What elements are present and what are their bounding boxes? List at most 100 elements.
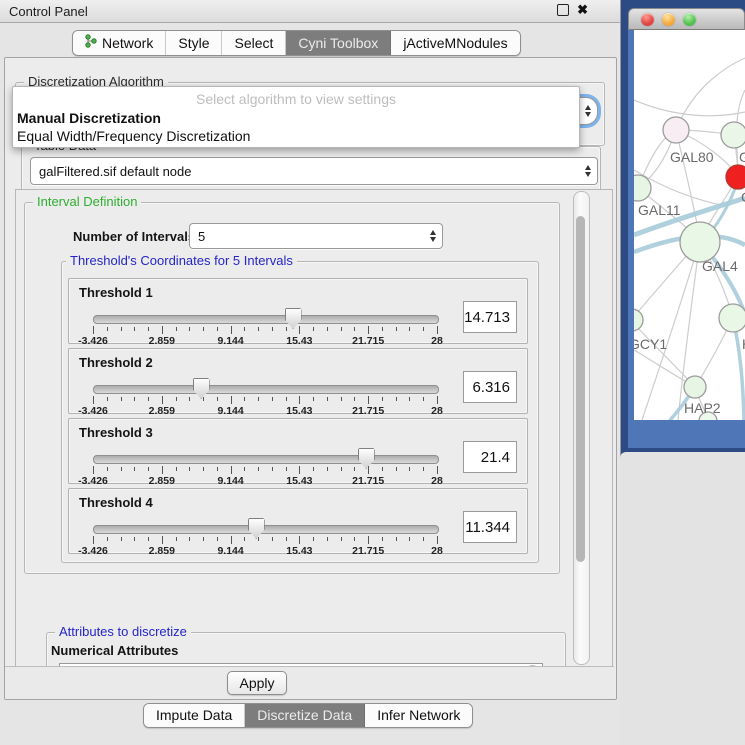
spinner-down-icon[interactable] <box>585 172 591 177</box>
network-node[interactable] <box>726 165 745 189</box>
tick-mark <box>354 467 355 471</box>
network-icon <box>85 34 97 51</box>
network-edge-thick[interactable] <box>733 318 744 420</box>
close-icon[interactable]: ✖ <box>577 3 588 17</box>
tick-mark <box>189 467 190 471</box>
tick-mark <box>258 327 259 331</box>
threshold-slider-track[interactable] <box>93 315 439 324</box>
threshold-value-field[interactable]: 6.316 <box>463 371 517 403</box>
table-panel: Table Panel ⚙ ☑ ☑ shared...naYDL19...YDL… <box>620 452 745 745</box>
tick-mark <box>217 537 218 541</box>
tick-mark <box>244 537 245 541</box>
tick-mark <box>203 397 204 401</box>
tab-infer-network[interactable]: Infer Network <box>365 704 472 727</box>
zoom-traffic-light-icon[interactable] <box>683 13 696 26</box>
network-edge[interactable] <box>634 100 745 116</box>
top-tab-bar: NetworkStyleSelectCyni ToolboxjActiveMNo… <box>72 30 521 56</box>
tick-mark <box>203 327 204 331</box>
slider-tick-labels: -3.4262.8599.14415.4321.71528 <box>93 335 437 347</box>
number-of-intervals-value: 5 <box>198 229 205 244</box>
network-node[interactable] <box>719 304 745 332</box>
cyni-toolbox-panel: Discretization Algorithm Table Data galF… <box>4 57 617 700</box>
tick-label: 28 <box>431 475 443 487</box>
number-of-intervals-combo[interactable]: 5 <box>189 223 443 249</box>
tick-label: 15.43 <box>286 545 312 557</box>
tick-mark <box>258 467 259 471</box>
tick-label: -3.426 <box>78 475 108 487</box>
tab-select[interactable]: Select <box>222 31 286 55</box>
apply-button[interactable]: Apply <box>227 671 287 695</box>
tick-mark <box>313 327 314 331</box>
tab-style[interactable]: Style <box>166 31 222 55</box>
tick-mark <box>107 467 108 471</box>
spinner-down-icon[interactable] <box>585 112 591 117</box>
tab-impute-data[interactable]: Impute Data <box>144 704 245 727</box>
tick-mark <box>107 537 108 541</box>
tick-mark <box>382 397 383 401</box>
threshold-slider-track[interactable] <box>93 525 439 534</box>
spinner-down-icon[interactable] <box>430 237 436 242</box>
table-data-combo[interactable]: galFiltered.sif default node <box>30 157 598 185</box>
algorithm-option[interactable]: Equal Width/Frequency Discretization <box>13 127 579 145</box>
tick-mark <box>313 537 314 541</box>
network-node-label: GCY1 <box>634 336 667 352</box>
spinner-up-icon[interactable] <box>585 165 591 170</box>
network-node[interactable] <box>634 309 643 331</box>
tick-mark <box>299 326 300 334</box>
network-node[interactable] <box>721 122 745 148</box>
network-window-titlebar[interactable] <box>628 8 745 30</box>
tick-mark <box>396 397 397 401</box>
algorithm-dropdown-popup: Select algorithm to view settings Manual… <box>12 86 580 148</box>
minimize-traffic-light-icon[interactable] <box>662 13 675 26</box>
tab-network[interactable]: Network <box>73 31 166 55</box>
tick-mark <box>299 536 300 544</box>
attributes-group: Attributes to discretize Numerical Attri… <box>46 632 566 668</box>
tick-label: 15.43 <box>286 405 312 417</box>
table-data-combo-value: galFiltered.sif default node <box>39 164 191 179</box>
tick-mark <box>368 396 369 404</box>
tick-mark <box>231 466 232 474</box>
tick-mark <box>396 537 397 541</box>
thresholds-group-title: Threshold's Coordinates for 5 Intervals <box>66 253 297 268</box>
tick-label: 9.144 <box>217 545 243 557</box>
tab-cyni-toolbox[interactable]: Cyni Toolbox <box>286 31 391 55</box>
spinner-up-icon[interactable] <box>585 105 591 110</box>
tick-label: 28 <box>431 335 443 347</box>
tab-discretize-data[interactable]: Discretize Data <box>245 704 365 727</box>
threshold-box: Threshold 2-3.4262.8599.14415.4321.71528… <box>68 348 528 414</box>
tick-mark <box>286 397 287 401</box>
threshold-value-field[interactable]: 14.713 <box>463 301 517 333</box>
threshold-value-field[interactable]: 11.344 <box>463 511 517 543</box>
tick-mark <box>121 537 122 541</box>
tab-jactivemnodules[interactable]: jActiveMNodules <box>391 31 519 55</box>
tick-mark <box>231 326 232 334</box>
algorithm-option[interactable]: Manual Discretization <box>13 109 579 127</box>
spinner-up-icon[interactable] <box>430 230 436 235</box>
tick-mark <box>409 467 410 471</box>
threshold-slider-track[interactable] <box>93 385 439 394</box>
tick-mark <box>437 466 438 474</box>
tab-label: Discretize Data <box>257 707 352 723</box>
slider-ticks <box>93 466 437 475</box>
tick-mark <box>382 537 383 541</box>
threshold-value-field[interactable]: 21.4 <box>463 441 517 473</box>
float-window-icon[interactable] <box>557 4 569 16</box>
close-traffic-light-icon[interactable] <box>641 13 654 26</box>
settings-scrollbar[interactable] <box>573 191 590 665</box>
network-edge[interactable] <box>676 58 745 130</box>
tick-mark <box>107 397 108 401</box>
tick-mark <box>313 397 314 401</box>
network-canvas[interactable]: GAL80GCGAL11GAL4GCY1HHAP2 <box>634 30 745 420</box>
network-node[interactable] <box>663 117 689 143</box>
algorithm-placeholder-option[interactable]: Select algorithm to view settings <box>13 87 579 109</box>
tick-mark <box>203 467 204 471</box>
control-panel-titlebar[interactable]: Control Panel ✖ <box>0 0 620 23</box>
network-node[interactable] <box>680 222 720 262</box>
network-node[interactable] <box>684 376 706 398</box>
tick-mark <box>93 466 94 474</box>
tick-mark <box>368 326 369 334</box>
threshold-slider-track[interactable] <box>93 455 439 464</box>
slider-tick-labels: -3.4262.8599.14415.4321.71528 <box>93 545 437 557</box>
tab-label: Impute Data <box>156 707 232 723</box>
interval-definition-group: Interval Definition Number of Intervals … <box>24 202 560 574</box>
